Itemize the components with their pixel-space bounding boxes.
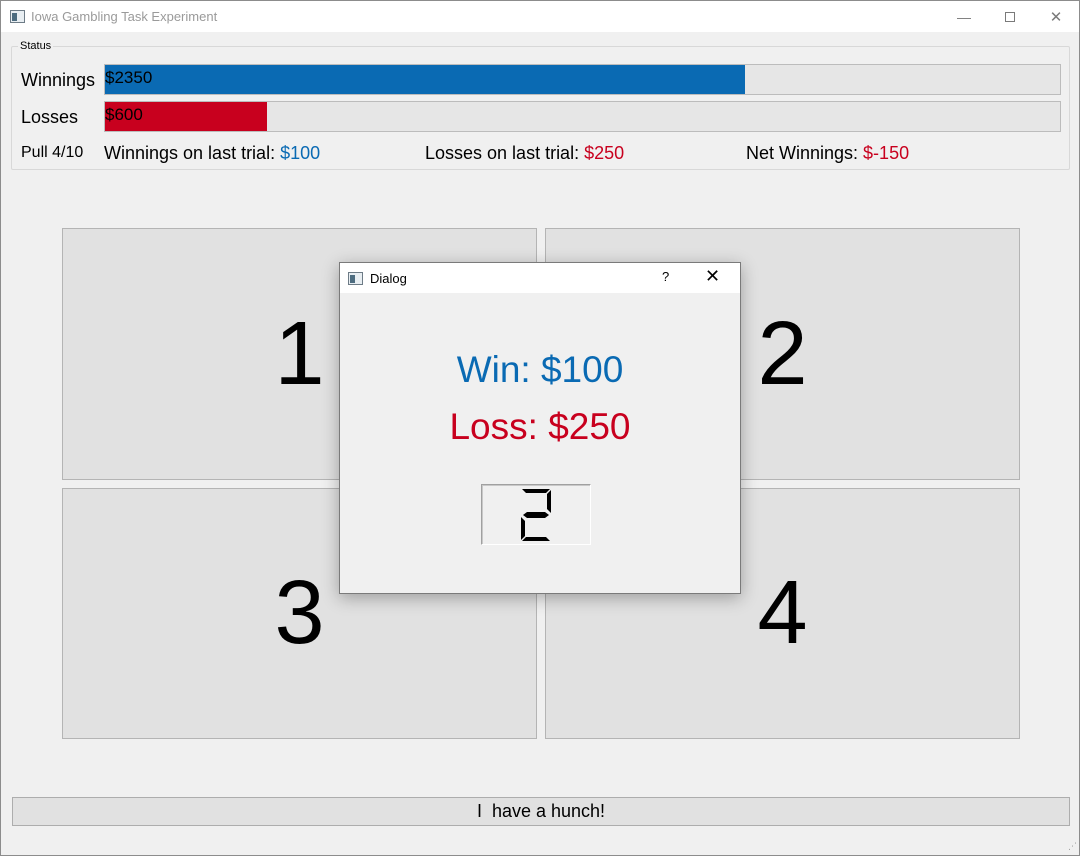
last-loss-line: Losses on last trial: $250 — [425, 143, 624, 164]
last-loss-value: $250 — [584, 143, 625, 163]
winnings-progress-fill — [105, 65, 745, 94]
deck-4-label: 4 — [757, 563, 808, 663]
title-bar[interactable]: Iowa Gambling Task Experiment — ✕ — [1, 1, 1079, 32]
net-winnings-label: Net Winnings: — [746, 143, 864, 163]
window-controls: — ✕ — [941, 1, 1079, 32]
dialog-app-icon — [348, 271, 363, 285]
maximize-icon — [1005, 11, 1015, 22]
minimize-icon: — — [957, 8, 971, 25]
close-icon: ✕ — [1049, 8, 1063, 26]
dialog-close-button[interactable]: ✕ — [705, 266, 720, 287]
resize-grip-icon[interactable]: ⋰ — [1068, 841, 1077, 852]
winnings-progress-bar: $2350 — [104, 64, 1061, 95]
hunch-button[interactable]: I have a hunch! — [12, 797, 1070, 826]
status-legend: Status — [18, 40, 54, 52]
dialog-loss-text: Loss: $250 — [449, 406, 631, 447]
winnings-progress-text: $2350 — [105, 68, 153, 87]
dialog-title-bar[interactable]: Dialog ? ✕ — [340, 263, 740, 293]
help-button[interactable]: ? — [662, 269, 669, 284]
winnings-label: Winnings — [21, 70, 96, 90]
losses-progress-bar: $600 — [104, 101, 1061, 132]
lcd-segment-d — [522, 536, 550, 541]
maximize-button[interactable] — [987, 1, 1033, 32]
last-win-line: Winnings on last trial: $100 — [104, 143, 320, 164]
lcd-segment-b — [547, 489, 551, 513]
app-icon — [10, 10, 25, 23]
result-dialog: Dialog ? ✕ Win: $100 Loss: $250 — [339, 262, 741, 594]
deck-3-label: 3 — [274, 563, 325, 663]
last-loss-label: Losses on last trial: — [425, 143, 585, 163]
minimize-button[interactable]: — — [941, 1, 987, 32]
last-win-label: Winnings on last trial: — [104, 143, 281, 163]
pull-counter: Pull 4/10 — [21, 144, 84, 161]
net-winnings-line: Net Winnings: $-150 — [746, 143, 909, 164]
last-win-value: $100 — [280, 143, 321, 163]
status-group: Status Winnings $2350 Losses $600 Pull 4… — [11, 40, 1070, 170]
losses-label: Losses — [21, 107, 79, 127]
dialog-win-text: Win: $100 — [456, 349, 624, 390]
lcd-segment-a — [522, 488, 550, 493]
losses-progress-text: $600 — [105, 105, 143, 124]
lcd-segment-e — [521, 516, 525, 540]
lcd-digit — [521, 488, 551, 541]
deck-1-label: 1 — [274, 303, 325, 404]
close-button[interactable]: ✕ — [1033, 1, 1079, 32]
dialog-title: Dialog — [370, 270, 407, 286]
lcd-segment-g — [523, 511, 549, 518]
deck-2-label: 2 — [757, 303, 808, 404]
window-title: Iowa Gambling Task Experiment — [31, 9, 218, 24]
net-winnings-value: $-150 — [863, 143, 910, 163]
lcd-number-display — [481, 484, 591, 545]
